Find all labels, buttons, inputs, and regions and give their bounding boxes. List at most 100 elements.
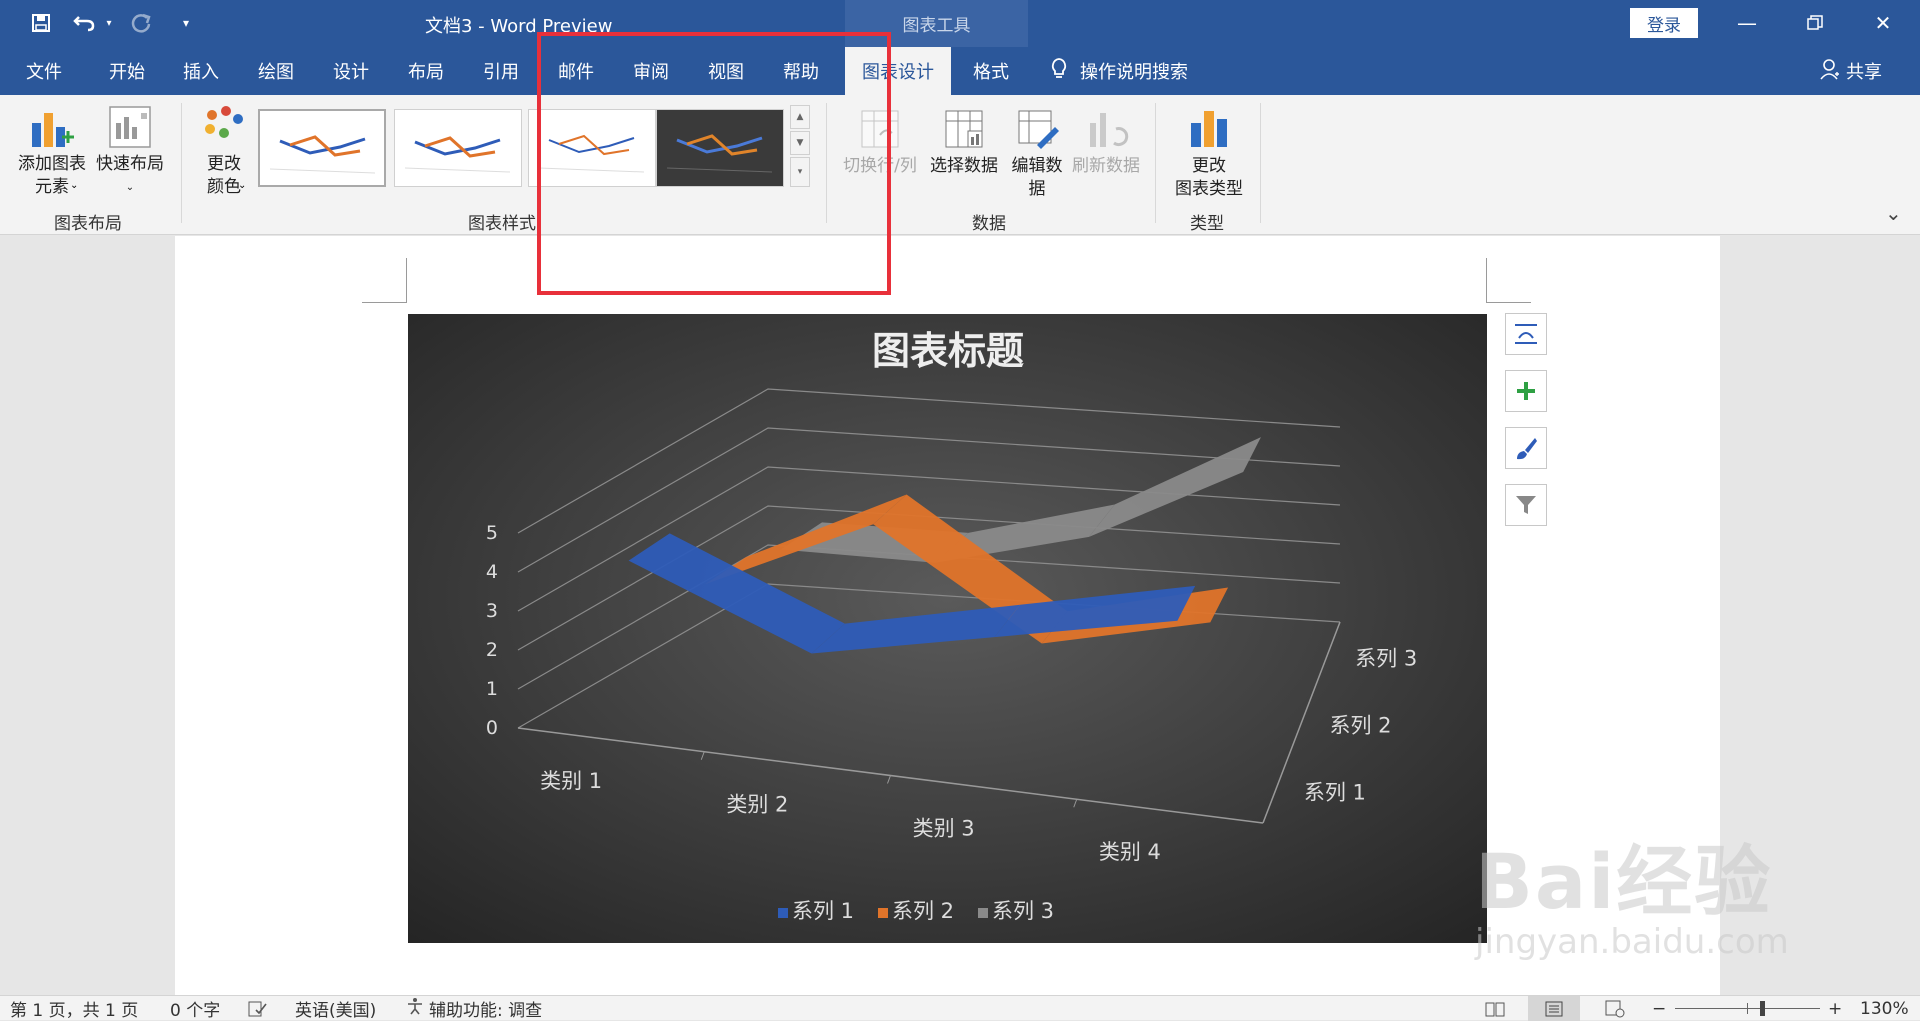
depth-axis-label: 系列 3 <box>1355 647 1417 671</box>
accessibility-checker[interactable]: 辅助功能: 调查 <box>405 996 542 1021</box>
refresh-data-label: 刷新数据 <box>1072 156 1140 176</box>
legend-entry: 系列 3 <box>992 899 1054 923</box>
change-colors-label: 更改 颜色 <box>207 154 241 197</box>
tab-insert[interactable]: 插入 <box>167 47 235 95</box>
quick-layout-icon <box>109 106 151 148</box>
x-axis-category-label: 类别 3 <box>913 816 975 840</box>
restore-icon[interactable] <box>1792 6 1838 40</box>
group-divider <box>1155 103 1156 223</box>
palette-icon <box>205 106 243 138</box>
edit-data-icon <box>1018 110 1059 149</box>
tab-home[interactable]: 开始 <box>93 47 161 95</box>
web-layout-icon[interactable] <box>1605 996 1625 1021</box>
add-chart-element-button[interactable]: 添加图表 元素 <box>12 103 92 199</box>
tab-design[interactable]: 设计 <box>317 47 385 95</box>
word-count[interactable]: 0 个字 <box>170 996 220 1021</box>
chart-filters-button[interactable] <box>1505 484 1547 526</box>
zoom-out-button[interactable]: − <box>1652 996 1666 1021</box>
print-layout-icon[interactable] <box>1528 996 1580 1021</box>
depth-axis-label: 系列 2 <box>1330 714 1392 738</box>
close-icon[interactable]: ✕ <box>1860 6 1906 40</box>
data-group-label: 数据 <box>972 214 1006 234</box>
tab-draw[interactable]: 绘图 <box>242 47 310 95</box>
legend-entry: 系列 1 <box>792 899 854 923</box>
login-button[interactable]: 登录 <box>1630 8 1698 38</box>
person-icon <box>1820 58 1840 85</box>
depth-axis-label: 系列 1 <box>1304 781 1366 805</box>
legend-swatch <box>878 908 888 918</box>
tell-me-label: 操作说明搜索 <box>1080 62 1188 83</box>
refresh-data-button[interactable]: 刷新数据 <box>1068 105 1144 178</box>
edit-data-button[interactable]: 编辑数 据 <box>1004 105 1070 201</box>
zoom-in-button[interactable]: + <box>1828 996 1842 1021</box>
legend-swatch <box>978 908 988 918</box>
minimize-icon[interactable]: — <box>1724 6 1770 40</box>
legend-entry: 系列 2 <box>892 899 954 923</box>
edit-data-label: 编辑数 据 <box>1011 156 1063 199</box>
ribbon: 添加图表 元素 ⌄ 快速布局 ⌄ 图表布局 更改 颜色 ⌄ ▲ ▼ ▾ 图表样式… <box>0 95 1920 235</box>
title-bar: ▾ ▾ 文档3 - Word Preview 图表工具 登录 — ✕ <box>0 0 1920 47</box>
chart[interactable]: 图表标题 0 1 2 3 4 5 类别 1 类别 2 类别 3 类别 4 系列 1 系列 2 系列 3 系列… <box>408 314 1487 943</box>
change-chart-type-button[interactable]: 更改 图表类型 <box>1166 105 1252 201</box>
tell-me-search[interactable]: 操作说明搜索 <box>1050 47 1210 95</box>
chart-style-1[interactable] <box>258 109 386 187</box>
y-axis-tick-label: 2 <box>486 639 498 661</box>
quick-layout-label: 快速布局 <box>96 154 164 174</box>
page-count[interactable]: 第 1 页，共 1 页 <box>10 996 138 1021</box>
undo-icon[interactable] <box>70 10 100 36</box>
select-data-label: 选择数据 <box>930 156 998 176</box>
baidu-watermark: Bai经验 jingyan.baidu.com <box>1475 837 1789 962</box>
accessibility-icon <box>405 996 425 1021</box>
select-data-icon <box>945 110 983 148</box>
layout-options-button[interactable] <box>1505 313 1547 355</box>
crop-mark <box>362 258 407 303</box>
ribbon-tab-bar: 文件 开始 插入 绘图 设计 布局 引用 邮件 审阅 视图 帮助 图表设计 格式… <box>0 47 1920 95</box>
annotation-highlight-box <box>537 32 891 295</box>
add-chart-element-icon <box>32 113 74 147</box>
save-icon[interactable] <box>28 10 54 36</box>
x-axis-category-label: 类别 2 <box>726 793 788 817</box>
chart-styles-group-label: 图表样式 <box>468 214 536 234</box>
status-bar: 第 1 页，共 1 页 0 个字 英语(美国) 辅助功能: 调查 − + 130… <box>0 995 1920 1021</box>
chevron-down-icon: ⌄ <box>238 180 247 191</box>
tab-file[interactable]: 文件 <box>10 47 78 95</box>
add-chart-element-label: 添加图表 元素 <box>18 154 86 197</box>
accessibility-label: 辅助功能: 调查 <box>429 1001 543 1021</box>
y-axis-tick-label: 4 <box>486 561 498 583</box>
language-indicator[interactable]: 英语(美国) <box>295 996 376 1021</box>
chart-styles-brush-button[interactable] <box>1505 427 1547 469</box>
change-colors-button[interactable]: 更改 颜色 <box>190 103 258 199</box>
chart-layouts-group-label: 图表布局 <box>54 214 122 234</box>
collapse-ribbon-icon[interactable]: ⌄ <box>1885 201 1902 225</box>
customize-qat-icon[interactable]: ▾ <box>178 10 194 36</box>
x-axis-category-label: 类别 4 <box>1099 840 1161 864</box>
redo-icon[interactable] <box>128 10 154 36</box>
lightbulb-icon <box>1050 57 1068 86</box>
quick-layout-button[interactable]: 快速布局 ⌄ <box>92 103 168 199</box>
proofing-icon[interactable] <box>248 996 268 1021</box>
tab-format[interactable]: 格式 <box>957 47 1025 95</box>
share-label: 共享 <box>1846 62 1882 83</box>
crop-mark <box>1486 258 1531 303</box>
tab-layout[interactable]: 布局 <box>392 47 460 95</box>
chart-elements-button[interactable] <box>1505 370 1547 412</box>
tab-references[interactable]: 引用 <box>467 47 535 95</box>
chevron-down-icon: ⌄ <box>125 182 135 193</box>
chevron-down-icon: ⌄ <box>70 180 79 191</box>
read-mode-icon[interactable] <box>1485 996 1505 1021</box>
x-axis-category-label: 类别 1 <box>540 769 602 793</box>
select-data-button[interactable]: 选择数据 <box>924 105 1004 178</box>
change-chart-type-label: 更改 图表类型 <box>1175 156 1243 199</box>
refresh-data-icon <box>1090 113 1129 147</box>
chart-title: 图表标题 <box>872 329 1024 373</box>
y-axis-tick-label: 3 <box>486 600 498 622</box>
type-group-label: 类型 <box>1190 214 1224 234</box>
undo-dropdown-icon[interactable]: ▾ <box>103 10 115 36</box>
y-axis-tick-label: 5 <box>486 522 498 544</box>
share-button[interactable]: 共享 <box>1820 47 1882 95</box>
chart-style-2[interactable] <box>394 109 522 187</box>
zoom-slider[interactable] <box>1675 996 1820 1021</box>
y-axis-tick-label: 0 <box>486 717 498 739</box>
group-divider <box>1260 103 1261 223</box>
zoom-level[interactable]: 130% <box>1860 996 1909 1021</box>
